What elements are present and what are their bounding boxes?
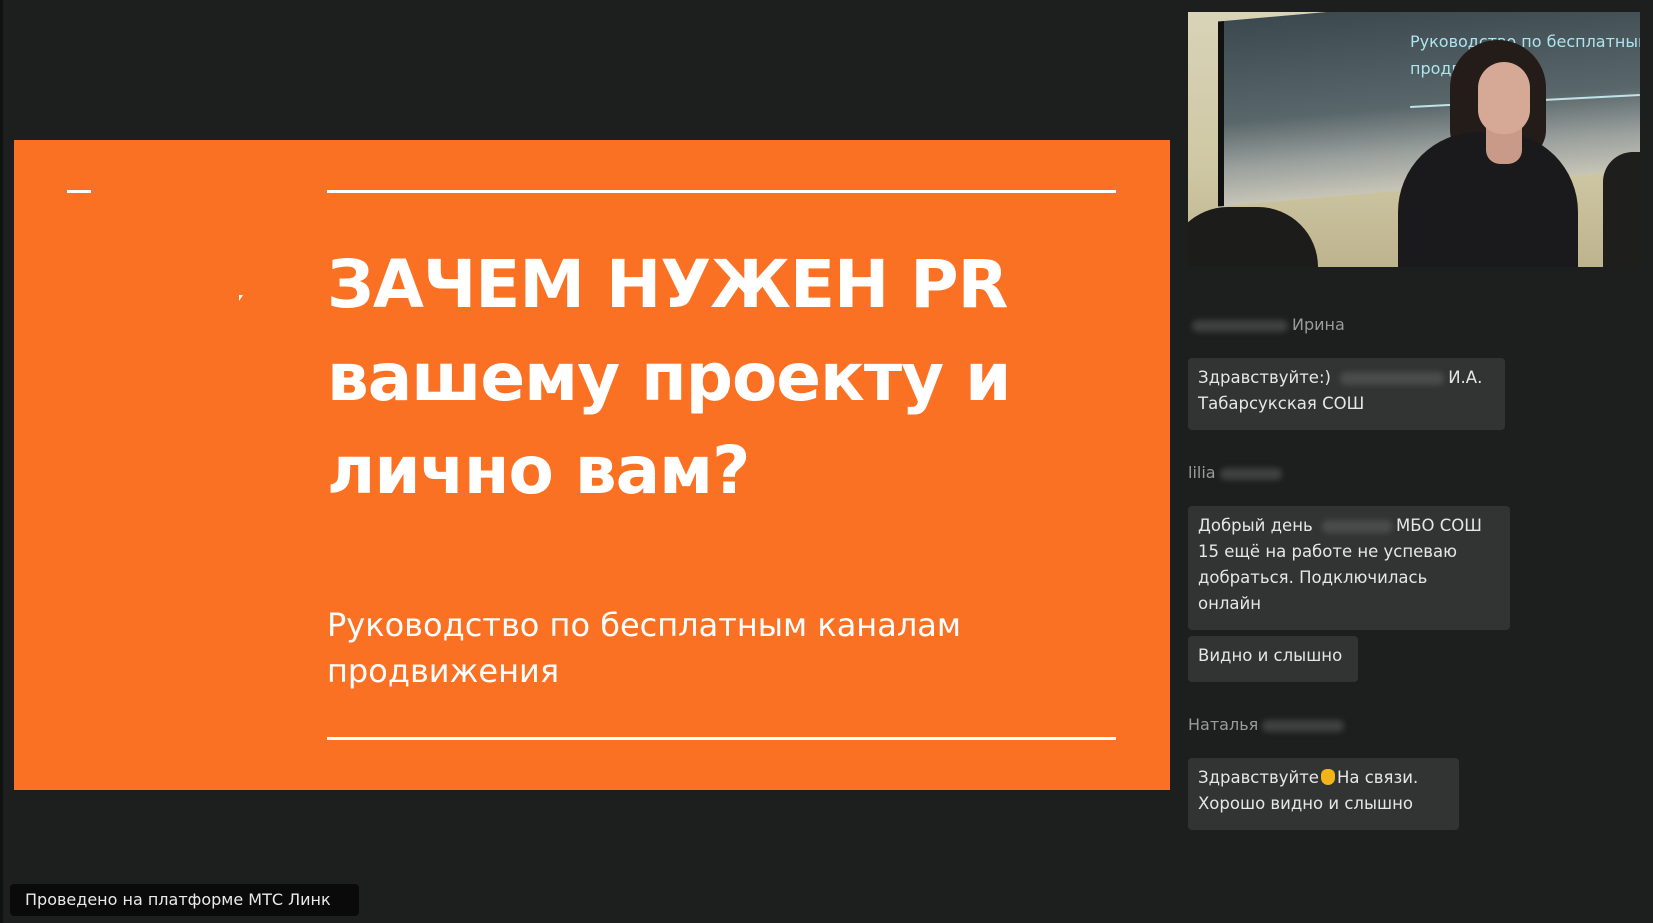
chat-message-bubble: Здравствуйте На связи. Хорошо видно и слы… (1188, 758, 1459, 830)
chat-text: На связи. (1336, 768, 1419, 787)
waving-hand-icon (1320, 769, 1335, 785)
blurred-text (1321, 520, 1392, 533)
chat-author-first-name: lilia (1188, 463, 1216, 482)
chat-message-line: Видно и слышно (1198, 646, 1343, 665)
chat-message-line: онлайн (1198, 594, 1262, 613)
blurred-text (1340, 372, 1445, 385)
slide-dash (67, 190, 91, 193)
blurred-surname (1192, 319, 1288, 332)
chat-text: МБО СОШ (1395, 516, 1482, 535)
blurred-surname (1262, 719, 1345, 732)
chat-message-line: Табарсукская СОШ (1198, 394, 1365, 413)
chair-right (1603, 152, 1640, 267)
chat-author-first-name: Наталья (1188, 715, 1259, 734)
chat-message-bubble: Здравствуйте:) И.А. Табарсукская СОШ (1188, 358, 1505, 430)
slide-subtitle-line: Руководство по бесплатным каналам (327, 606, 962, 644)
presentation-slide: ЗАЧЕМ НУЖЕН PR вашему проекту и лично ва… (14, 140, 1170, 790)
left-edge (0, 0, 3, 923)
slide-subtitle: Руководство по бесплатным каналам продви… (327, 602, 1127, 694)
chat-author-name: lilia (1188, 463, 1286, 483)
chat-message-line: добраться. Подключилась (1198, 568, 1428, 587)
chat-message-line: Здравствуйте На связи. (1198, 765, 1449, 791)
chat-message-bubble: Видно и слышно (1188, 636, 1358, 682)
slide-title: ЗАЧЕМ НУЖЕН PR вашему проекту и лично ва… (327, 238, 1147, 517)
blurred-surname (1219, 467, 1282, 480)
slide-top-rule (327, 190, 1116, 193)
platform-badge: Проведено на платформе МТС Линк (10, 884, 359, 916)
chat-text: Здравствуйте (1198, 768, 1319, 787)
webinar-screen: ЗАЧЕМ НУЖЕН PR вашему проекту и лично ва… (0, 0, 1653, 923)
chat-message-line: Добрый день МБО СОШ (1198, 513, 1500, 539)
presenter-video[interactable]: Руководство по бесплатным продви (1188, 12, 1640, 267)
chat-text: Здравствуйте:) (1198, 368, 1337, 387)
chat-text: Добрый день (1198, 516, 1318, 535)
chat-text: И.А. (1448, 368, 1483, 387)
chat-message-line: 15 ещё на работе не успеваю (1198, 542, 1458, 561)
chat-message-line: Хорошо видно и слышно (1198, 794, 1413, 813)
slide-title-line: вашему проекту и (327, 339, 1011, 416)
presenter-face (1478, 62, 1530, 134)
slide-title-line: лично вам? (327, 432, 750, 509)
chat-message-line: Здравствуйте:) И.А. (1198, 365, 1495, 391)
chat-message-bubble: Добрый день МБО СОШ 15 ещё на работе не … (1188, 506, 1510, 630)
chat-author-name: Ирина (1188, 315, 1345, 335)
chat-author-name: Наталья (1188, 715, 1348, 735)
slide-subtitle-line: продвижения (327, 652, 560, 690)
chat-author-first-name: Ирина (1292, 315, 1345, 334)
slide-title-line: ЗАЧЕМ НУЖЕН PR (327, 246, 1008, 323)
mouse-cursor-icon (239, 295, 243, 301)
slide-bottom-rule (327, 737, 1116, 740)
